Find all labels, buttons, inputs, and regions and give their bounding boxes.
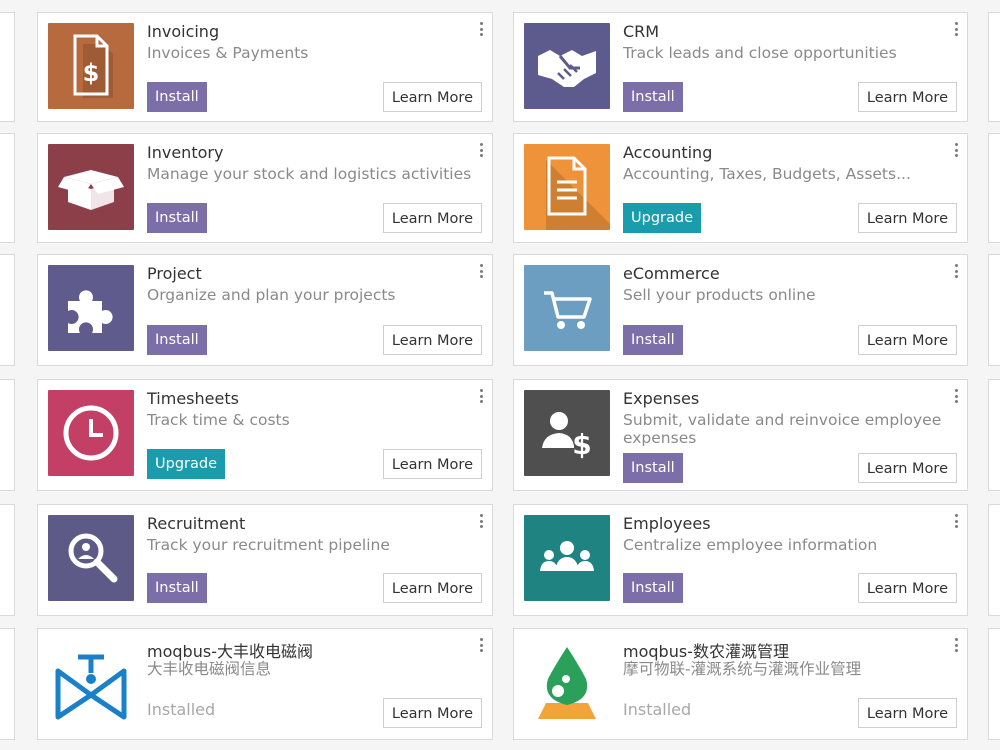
app-summary: Manage your stock and logistics activiti… [147,165,472,183]
partial-card-right-3 [988,254,1000,366]
app-summary: Sell your products online [623,286,816,304]
partial-card-left-1 [0,12,15,122]
water-drop-logo-icon [524,639,610,725]
handshake-icon [524,23,610,109]
kebab-menu-icon[interactable] [954,514,958,528]
partial-card-right-1 [988,12,1000,122]
upgrade-button[interactable]: Upgrade [147,449,225,479]
app-title: Expenses [623,389,700,408]
app-card-timesheets[interactable]: Timesheets Track time & costs Upgrade Le… [37,379,493,491]
kebab-menu-icon[interactable] [479,22,483,36]
app-card-ecommerce[interactable]: eCommerce Sell your products online Inst… [513,254,968,366]
people-group-icon [524,515,610,601]
partial-card-left-4 [0,379,15,491]
app-title: Accounting [623,143,713,162]
partial-card-left-6 [0,628,15,740]
svg-text:$: $ [572,428,591,461]
partial-card-left-2 [0,133,15,243]
install-button[interactable]: Install [623,453,683,483]
app-title: CRM [623,22,660,41]
install-button[interactable]: Install [147,325,207,355]
partial-card-left-3 [0,254,15,366]
user-dollar-icon: $ [524,390,610,476]
learn-more-button[interactable]: Learn More [382,325,482,355]
app-card-expenses[interactable]: $ Expenses Submit, validate and reinvoic… [513,379,968,491]
app-card-employees[interactable]: Employees Centralize employee informatio… [513,504,968,616]
app-summary: Organize and plan your projects [147,286,396,304]
app-title: Employees [623,514,711,533]
install-button[interactable]: Install [147,82,207,112]
kebab-menu-icon[interactable] [954,638,958,652]
app-card-project[interactable]: Project Organize and plan your projects … [37,254,493,366]
learn-more-button[interactable]: Learn More [857,698,957,728]
app-card-recruitment[interactable]: Recruitment Track your recruitment pipel… [37,504,493,616]
partial-card-right-2 [988,133,1000,243]
app-card-moqbus-irrigation[interactable]: moqbus-数农灌溉管理 摩可物联-灌溉系统与灌溉作业管理 Installed… [513,628,968,740]
install-button[interactable]: Install [147,203,207,233]
partial-card-right-4 [988,379,1000,491]
svg-text:$: $ [83,59,100,87]
kebab-menu-icon[interactable] [479,514,483,528]
partial-card-right-5 [988,504,1000,616]
install-button[interactable]: Install [623,573,683,603]
app-card-accounting[interactable]: Accounting Accounting, Taxes, Budgets, A… [513,133,968,243]
upgrade-button[interactable]: Upgrade [623,203,701,233]
valve-logo-icon [48,639,134,725]
kebab-menu-icon[interactable] [479,143,483,157]
learn-more-button[interactable]: Learn More [382,203,482,233]
kebab-menu-icon[interactable] [954,389,958,403]
kebab-menu-icon[interactable] [954,143,958,157]
learn-more-button[interactable]: Learn More [382,698,482,728]
app-summary: 大丰收电磁阀信息 [147,660,272,678]
installed-status: Installed [623,700,692,719]
app-card-moqbus-valve[interactable]: moqbus-大丰收电磁阀 大丰收电磁阀信息 Installed Learn M… [37,628,493,740]
installed-status: Installed [147,700,216,719]
app-summary: Submit, validate and reinvoice employee … [623,411,942,447]
app-summary: Invoices & Payments [147,44,309,62]
app-summary: Track time & costs [147,411,290,429]
kebab-menu-icon[interactable] [954,22,958,36]
app-title: eCommerce [623,264,720,283]
app-title: Timesheets [147,389,239,408]
partial-card-right-6 [988,628,1000,740]
puzzle-piece-icon [48,265,134,351]
learn-more-button[interactable]: Learn More [382,573,482,603]
learn-more-button[interactable]: Learn More [857,325,957,355]
install-button[interactable]: Install [623,325,683,355]
app-card-inventory[interactable]: Inventory Manage your stock and logistic… [37,133,493,243]
magnifier-icon [48,515,134,601]
kebab-menu-icon[interactable] [479,638,483,652]
open-box-icon [48,144,134,230]
app-card-crm[interactable]: CRM Track leads and close opportunities … [513,12,968,122]
invoice-dollar-icon: $ [48,23,134,109]
app-title: moqbus-大丰收电磁阀 [147,642,313,661]
app-summary: Track leads and close opportunities [623,44,897,62]
learn-more-button[interactable]: Learn More [857,573,957,603]
app-summary: Track your recruitment pipeline [147,536,390,554]
learn-more-button[interactable]: Learn More [857,82,957,112]
learn-more-button[interactable]: Learn More [857,453,957,483]
learn-more-button[interactable]: Learn More [382,82,482,112]
kebab-menu-icon[interactable] [954,264,958,278]
app-title: moqbus-数农灌溉管理 [623,642,789,661]
shopping-cart-icon [524,265,610,351]
learn-more-button[interactable]: Learn More [857,203,957,233]
learn-more-button[interactable]: Learn More [382,449,482,479]
app-summary: Centralize employee information [623,536,878,554]
document-icon [524,144,610,230]
kebab-menu-icon[interactable] [479,389,483,403]
app-title: Recruitment [147,514,246,533]
install-button[interactable]: Install [623,82,683,112]
app-card-invoicing[interactable]: $ Invoicing Invoices & Payments Install … [37,12,493,122]
app-title: Project [147,264,202,283]
app-title: Invoicing [147,22,220,41]
clock-icon [48,390,134,476]
app-summary: 摩可物联-灌溉系统与灌溉作业管理 [623,660,862,678]
install-button[interactable]: Install [147,573,207,603]
partial-card-left-5 [0,504,15,616]
app-title: Inventory [147,143,224,162]
kebab-menu-icon[interactable] [479,264,483,278]
app-summary: Accounting, Taxes, Budgets, Assets... [623,165,911,183]
